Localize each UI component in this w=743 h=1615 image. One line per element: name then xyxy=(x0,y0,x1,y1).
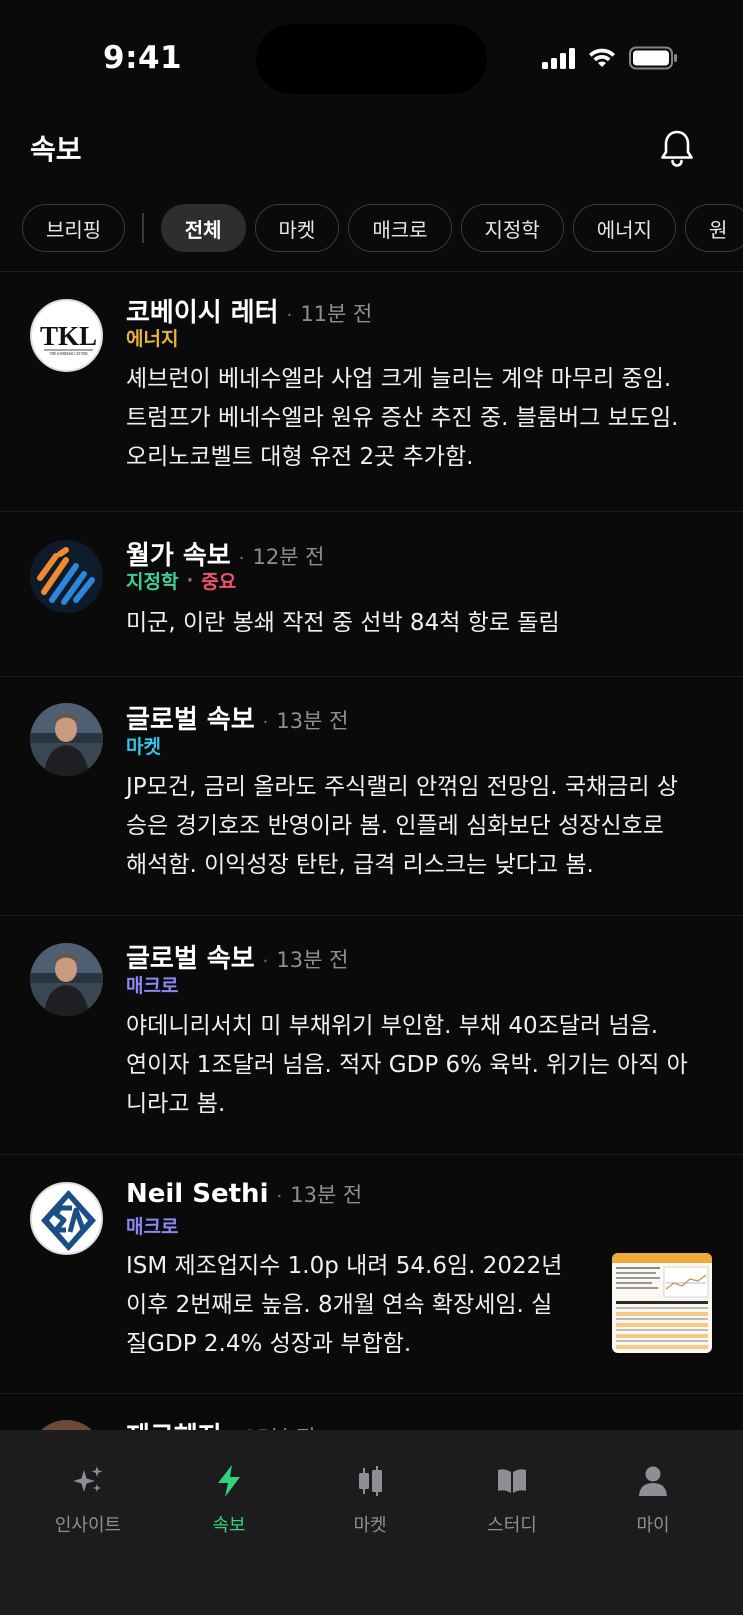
news-feed: TKL THE KOBEISSI LETTER 코베이시 레터 · 11분 전 … xyxy=(0,272,743,1514)
timestamp: 13분 전 xyxy=(290,1183,363,1207)
tab-label: 속보 xyxy=(212,1515,246,1536)
news-line: 트럼프가 베네수엘라 원유 증산 추진 중. 블룸버그 보도임. xyxy=(126,405,679,431)
tag-row: 에너지 xyxy=(126,324,178,351)
timestamp: 13분 전 xyxy=(276,948,349,972)
source-name: Neil Sethi xyxy=(126,1179,269,1209)
status-icons xyxy=(542,46,679,70)
avatar xyxy=(30,1182,103,1255)
feed-item[interactable]: 월가 속보 · 12분 전 지정학 · 중요 미군, 이란 봉쇄 작전 중 선박… xyxy=(0,512,743,677)
tag-row: 매크로 xyxy=(126,1212,178,1239)
feed-item[interactable]: 글로벌 속보 · 13분 전 매크로 야데니리서치 미 부채위기 부인함. 부채… xyxy=(0,916,743,1155)
news-text: 미군, 이란 봉쇄 작전 중 선박 84척 항로 돌림 xyxy=(126,604,560,643)
bolt-icon xyxy=(218,1465,240,1497)
separator-dot: · xyxy=(262,712,269,733)
item-header: 글로벌 속보 · 13분 전 xyxy=(126,699,348,736)
category-tag: 매크로 xyxy=(126,1216,179,1238)
importance-tag: 중요 xyxy=(201,571,237,593)
news-line: 셰브런이 베네수엘라 사업 크게 늘리는 계약 마무리 중임. xyxy=(126,366,672,392)
timestamp: 11분 전 xyxy=(300,302,373,326)
timestamp: 13분 전 xyxy=(276,709,349,733)
sparkles-icon xyxy=(73,1466,103,1492)
dynamic-island xyxy=(256,24,487,94)
tab-insight[interactable]: 인사이트 xyxy=(23,1464,153,1537)
tab-label: 스터디 xyxy=(487,1515,537,1536)
news-text: 야데니리서치 미 부채위기 부인함. 부채 40조달러 넘음. 연이자 1조달러… xyxy=(126,1007,688,1124)
chip-market[interactable]: 마켓 xyxy=(254,204,340,252)
source-name: 글로벌 속보 xyxy=(126,705,255,735)
chip-all[interactable]: 전체 xyxy=(160,204,246,252)
tab-study[interactable]: 스터디 xyxy=(447,1464,577,1537)
avatar-logo-text: TKL xyxy=(40,321,97,351)
news-line: ISM 제조업지수 1.0p 내려 54.6임. 2022년 xyxy=(126,1253,563,1279)
tab-my[interactable]: 마이 xyxy=(588,1464,718,1537)
news-line: JP모건, 금리 올라도 주식랠리 안꺾임 전망임. 국채금리 상 xyxy=(126,774,678,800)
tab-label: 마켓 xyxy=(353,1515,387,1536)
news-thumbnail[interactable] xyxy=(612,1253,712,1353)
chip-macro[interactable]: 매크로 xyxy=(348,204,452,252)
person-icon xyxy=(639,1466,667,1496)
status-bar: 9:41 xyxy=(0,0,743,110)
chip-divider xyxy=(142,213,144,243)
tag-row: 마켓 xyxy=(126,732,161,759)
avatar xyxy=(30,540,103,613)
separator-dot: · xyxy=(286,305,293,326)
chip-geopolitics[interactable]: 지정학 xyxy=(460,204,564,252)
candlestick-icon xyxy=(359,1466,382,1496)
tab-market[interactable]: 마켓 xyxy=(305,1464,435,1537)
avatar xyxy=(30,703,103,776)
tab-label: 인사이트 xyxy=(54,1515,122,1536)
news-text: 셰브런이 베네수엘라 사업 크게 늘리는 계약 마무리 중임. 트럼프가 베네수… xyxy=(126,360,678,477)
item-header: 글로벌 속보 · 13분 전 xyxy=(126,938,348,975)
tag-row: 매크로 xyxy=(126,971,178,998)
separator-dot: · xyxy=(186,570,194,591)
filter-chips: 브리핑 전체 마켓 매크로 지정학 에너지 원 xyxy=(22,204,743,252)
tab-breaking[interactable]: 속보 xyxy=(164,1464,294,1537)
bell-icon[interactable] xyxy=(659,128,695,168)
item-header: Neil Sethi · 13분 전 xyxy=(126,1179,362,1209)
category-tag: 지정학 xyxy=(126,571,179,593)
news-line: 승은 경기호조 반영이라 봄. 인플레 심화보단 성장신호로 xyxy=(126,813,664,839)
avatar xyxy=(30,943,103,1016)
news-line: 미군, 이란 봉쇄 작전 중 선박 84척 항로 돌림 xyxy=(126,610,560,636)
cellular-signal-icon xyxy=(542,47,575,69)
news-line: 질GDP 2.4% 성장과 부합함. xyxy=(126,1331,412,1357)
news-line: 연이자 1조달러 넘음. 적자 GDP 6% 육박. 위기는 아직 아 xyxy=(126,1052,688,1078)
avatar-logo-subtext: THE KOBEISSI LETTER xyxy=(49,352,88,356)
chip-more[interactable]: 원 xyxy=(684,204,743,252)
feed-item[interactable]: TKL THE KOBEISSI LETTER 코베이시 레터 · 11분 전 … xyxy=(0,272,743,512)
news-line: 니라고 봄. xyxy=(126,1091,226,1117)
timestamp: 12분 전 xyxy=(252,545,325,569)
book-icon xyxy=(498,1469,526,1493)
status-time: 9:41 xyxy=(103,40,183,76)
tab-label: 마이 xyxy=(636,1515,670,1536)
wifi-icon xyxy=(589,48,615,67)
feed-item[interactable]: 글로벌 속보 · 13분 전 마켓 JP모건, 금리 올라도 주식랠리 안꺾임 … xyxy=(0,677,743,916)
category-tag: 매크로 xyxy=(126,975,179,997)
tag-row: 지정학 · 중요 xyxy=(126,567,236,594)
chip-briefing[interactable]: 브리핑 xyxy=(22,204,126,252)
category-tag: 마켓 xyxy=(126,736,161,758)
news-text: JP모건, 금리 올라도 주식랠리 안꺾임 전망임. 국채금리 상 승은 경기호… xyxy=(126,768,678,885)
separator-dot: · xyxy=(276,1186,283,1207)
header: 속보 xyxy=(0,110,743,195)
news-line: 해석함. 이익성장 탄탄, 급격 리스크는 낮다고 봄. xyxy=(126,852,594,878)
separator-dot: · xyxy=(262,951,269,972)
bottom-tab-bar: 인사이트 속보 마켓 스터디 마이 xyxy=(0,1430,743,1615)
news-line: 야데니리서치 미 부채위기 부인함. 부채 40조달러 넘음. xyxy=(126,1013,659,1039)
news-line: 오리노코벨트 대형 유전 2곳 추가함. xyxy=(126,444,474,470)
news-text: ISM 제조업지수 1.0p 내려 54.6임. 2022년 이후 2번째로 높… xyxy=(126,1247,562,1364)
chip-energy[interactable]: 에너지 xyxy=(572,204,676,252)
news-line: 이후 2번째로 높음. 8개월 연속 확장세임. 실 xyxy=(126,1292,553,1318)
separator-dot: · xyxy=(238,548,245,569)
battery-icon xyxy=(629,46,677,70)
page-title: 속보 xyxy=(30,133,82,166)
avatar: TKL THE KOBEISSI LETTER xyxy=(30,299,103,372)
category-tag: 에너지 xyxy=(126,328,179,350)
source-name: 글로벌 속보 xyxy=(126,944,255,974)
feed-item[interactable]: Neil Sethi · 13분 전 매크로 ISM 제조업지수 1.0p 내려… xyxy=(0,1155,743,1394)
